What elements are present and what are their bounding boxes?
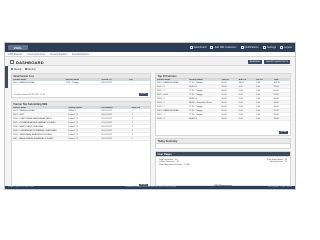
table-cell	[127, 81, 150, 86]
gear-icon	[262, 46, 266, 49]
stat-row: Total Registered Farmer : 5,456	[159, 164, 287, 166]
table-cell: DEMO 4	[188, 116, 221, 122]
table-cell: 18.00	[272, 116, 290, 122]
plus-icon	[210, 46, 214, 49]
top-farmers-table: Farmer Name Society Name Cow Ltr Buff Ltr Mi…	[156, 78, 290, 122]
table-cell: 24-07-2017	[100, 136, 131, 142]
nav-add-milk-collection[interactable]: Add Milk Collection	[210, 46, 237, 49]
nav-label: Settings	[266, 46, 277, 49]
top-header: VIGIL Dashboard Add Milk Collection Noti…	[5, 43, 295, 52]
filter-label: Weekly	[13, 68, 22, 71]
dashboard-bar: DASHBOARD REFRESH SHORT SHORTCUTS	[8, 59, 292, 66]
filter-weekly[interactable]: Weekly	[11, 68, 22, 71]
subnav-special-reports[interactable]: Special Reports	[72, 53, 89, 56]
nav-logout[interactable]: Logout	[280, 46, 292, 49]
missing-milk-table: Farmer Name Society Name Last Added Days Of…	[12, 106, 150, 142]
table-cell: 7778 - Thagga	[64, 81, 101, 86]
period-filter: Weekly Monthly	[11, 68, 36, 71]
dashboard-actions: REFRESH SHORT SHORTCUTS	[247, 60, 290, 64]
subnav-cms-reports[interactable]: CMS Reports	[8, 53, 22, 56]
table-cell: 0.00	[255, 116, 273, 122]
nav-notifications[interactable]: Notifications	[240, 46, 259, 49]
logout-icon	[280, 46, 284, 49]
footer-right: COPYRIGHT © 2017 VIGIL	[267, 186, 292, 189]
table-row[interactable]: 0011 - MAHESHBHAI JENABHAI SOLANKI Demo 1…	[12, 136, 150, 142]
footer-left: SMART MILK COLLECTION	[8, 186, 34, 189]
page-footer: SMART MILK COLLECTION DESIGN & DEVELOPED…	[5, 185, 295, 189]
user-pages-panel: User Pages Total Societies : 10 Total Su…	[155, 151, 291, 189]
table-cell: 0.00	[237, 116, 256, 122]
panel-title: Today Summary	[156, 139, 290, 144]
top-farmers-panel: Top 10 Farmers Farmer Name Society Name Co…	[155, 73, 291, 136]
nav-settings[interactable]: Settings	[262, 46, 277, 49]
app-logo[interactable]: VIGIL	[8, 45, 28, 50]
nav-dashboard[interactable]: Dashboard	[189, 46, 207, 49]
table-cell: 0008 - 8	[156, 116, 189, 122]
today-summary-panel: Today Summary	[155, 138, 291, 149]
table-cell: 5	[130, 136, 150, 142]
nav-label: Add Milk Collection	[214, 46, 237, 49]
bell-icon	[240, 46, 244, 49]
stat-total-farmers: Total Farmers : 10	[269, 161, 287, 164]
side-tab[interactable]	[5, 66, 8, 88]
app-window: VIGIL Dashboard Add Milk Collection Noti…	[4, 42, 296, 190]
subnav-society-reports[interactable]: Society Reports	[50, 53, 67, 56]
subnav-account-reports[interactable]: Account Reports	[27, 53, 45, 56]
top-farmers-more-button[interactable]: MORE	[279, 130, 288, 134]
nav-label: Notifications	[244, 46, 259, 49]
table-cell: 28-07-2017	[100, 81, 128, 86]
filter-monthly[interactable]: Monthly	[24, 68, 36, 71]
table-cell: 0001 - RAMESH SHAH	[12, 81, 65, 86]
missing-milk-panel: Farmer Not Submitting Milk Farmer Name So…	[11, 101, 151, 189]
table-row[interactable]: 0001 - RAMESH SHAH 7778 - Thagga 28-07-201…	[12, 81, 150, 86]
dashboard-icon	[10, 60, 14, 64]
stat-registered-farmers: Total Registered Farmer : 5,456	[159, 163, 190, 166]
table-cell: 0011 - MAHESHBHAI JENABHAI SOLANKI	[12, 136, 68, 142]
nav-label: Dashboard	[193, 46, 207, 49]
new-farmer-panel: New Farmer List Farmer Name Society Name J…	[11, 73, 151, 98]
top-nav: Dashboard Add Milk Collection Notificati…	[189, 46, 292, 49]
nav-label: Logout	[284, 46, 292, 49]
refresh-button[interactable]: REFRESH	[247, 60, 263, 64]
table-cell: Demo 17 1	[67, 136, 101, 142]
filter-label: Monthly	[27, 68, 36, 71]
new-farmer-table: Farmer Name Society Name Joined On City 000…	[12, 78, 150, 86]
table-row[interactable]: 0008 - 8 DEMO 4 18.00 0.00 0.00 18.00	[156, 116, 290, 122]
new-farmer-more-button[interactable]: MORE	[139, 92, 148, 96]
sub-nav: CMS Reports Account Reports Society Repo…	[5, 52, 295, 57]
table-cell: 18.00	[220, 116, 238, 122]
user-stats: Total Societies : 10 Total Subscribed : …	[156, 157, 290, 168]
home-icon	[189, 46, 193, 49]
footer-center: DESIGN & DEVELOPED BY MOODYSOFT SOLUTION…	[124, 186, 176, 189]
last-executed-note: Last Executed at 25-07-2017 17:18	[13, 93, 45, 96]
shortcuts-button[interactable]: SHORT SHORTCUTS	[264, 60, 290, 64]
page-title: DASHBOARD	[16, 59, 44, 65]
